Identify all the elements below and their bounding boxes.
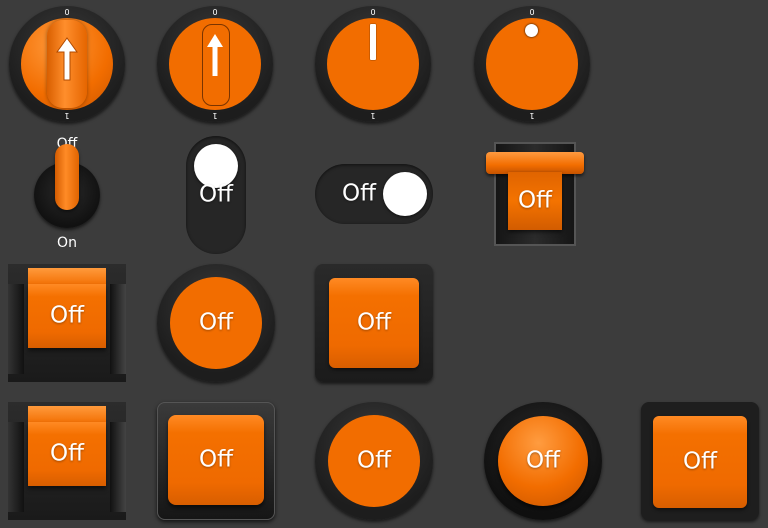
rocker-state-label: Off [518, 187, 552, 214]
rocker-face: Off [28, 422, 106, 486]
rocker-side-left [8, 422, 24, 512]
widget-gallery: { "knobs": { "tick_top": "0", "tick_bott… [0, 0, 768, 528]
rocker-paddle: Off [508, 172, 562, 230]
square-button-glossy[interactable]: Off [641, 402, 759, 520]
knob-tick-top: 0 [212, 8, 218, 17]
toggle-on-label: On [57, 235, 77, 251]
toggle-lever [55, 144, 79, 210]
arrow-up-icon [56, 37, 78, 81]
rocker-top-bar [486, 152, 584, 174]
rocker-side-right [110, 284, 126, 374]
rocker-side-left [8, 284, 24, 374]
line-indicator-icon [370, 24, 376, 60]
rocker-face: Off [28, 284, 106, 348]
round-button-glossy[interactable]: Off [484, 402, 602, 520]
knob-tick-top: 0 [64, 8, 70, 17]
horizontal-slide-switch[interactable]: Off [315, 164, 433, 224]
knob-tick-bottom: 1 [370, 111, 376, 120]
button-state-label: Off [357, 447, 391, 474]
toggle-lever-switch[interactable]: Off On [22, 134, 112, 254]
square-button-raised[interactable]: Off [157, 402, 275, 520]
square-button-face: Off [653, 416, 747, 508]
slide-knob [194, 144, 238, 188]
arrow-up-icon [207, 34, 223, 76]
vertical-slide-switch[interactable]: Off [186, 136, 246, 254]
rotary-knob-arrow-flat[interactable]: 0 1 [157, 6, 273, 122]
knob-tick-bottom: 1 [64, 111, 70, 120]
rotary-knob-line[interactable]: 0 1 [315, 6, 431, 122]
slide-knob [383, 172, 427, 216]
rotary-knob-arrow-glossy[interactable]: 0 1 [9, 6, 125, 122]
button-state-label: Off [357, 309, 391, 336]
square-button-face: Off [329, 278, 419, 368]
square-button[interactable]: Off [315, 264, 433, 382]
square-button-face: Off [168, 415, 264, 505]
button-state-label: Off [526, 447, 560, 474]
round-button[interactable]: Off [157, 264, 275, 382]
round-button-flat[interactable]: Off [315, 402, 433, 520]
button-state-label: Off [683, 448, 717, 475]
rotary-knob-dot[interactable]: 0 1 [474, 6, 590, 122]
button-state-label: Off [199, 446, 233, 473]
rocker-side-right [110, 422, 126, 512]
knob-tick-top: 0 [529, 8, 535, 17]
rocker-button[interactable]: Off [8, 402, 126, 520]
rocker-switch-tall[interactable]: Off [486, 138, 584, 246]
rocker-button[interactable]: Off [8, 264, 126, 382]
button-state-label: Off [50, 302, 84, 329]
button-state-label: Off [50, 440, 84, 467]
dot-indicator-icon [525, 24, 538, 37]
knob-tick-bottom: 1 [529, 111, 535, 120]
knob-tick-bottom: 1 [212, 111, 218, 120]
button-state-label: Off [199, 309, 233, 336]
knob-tick-top: 0 [370, 8, 376, 17]
